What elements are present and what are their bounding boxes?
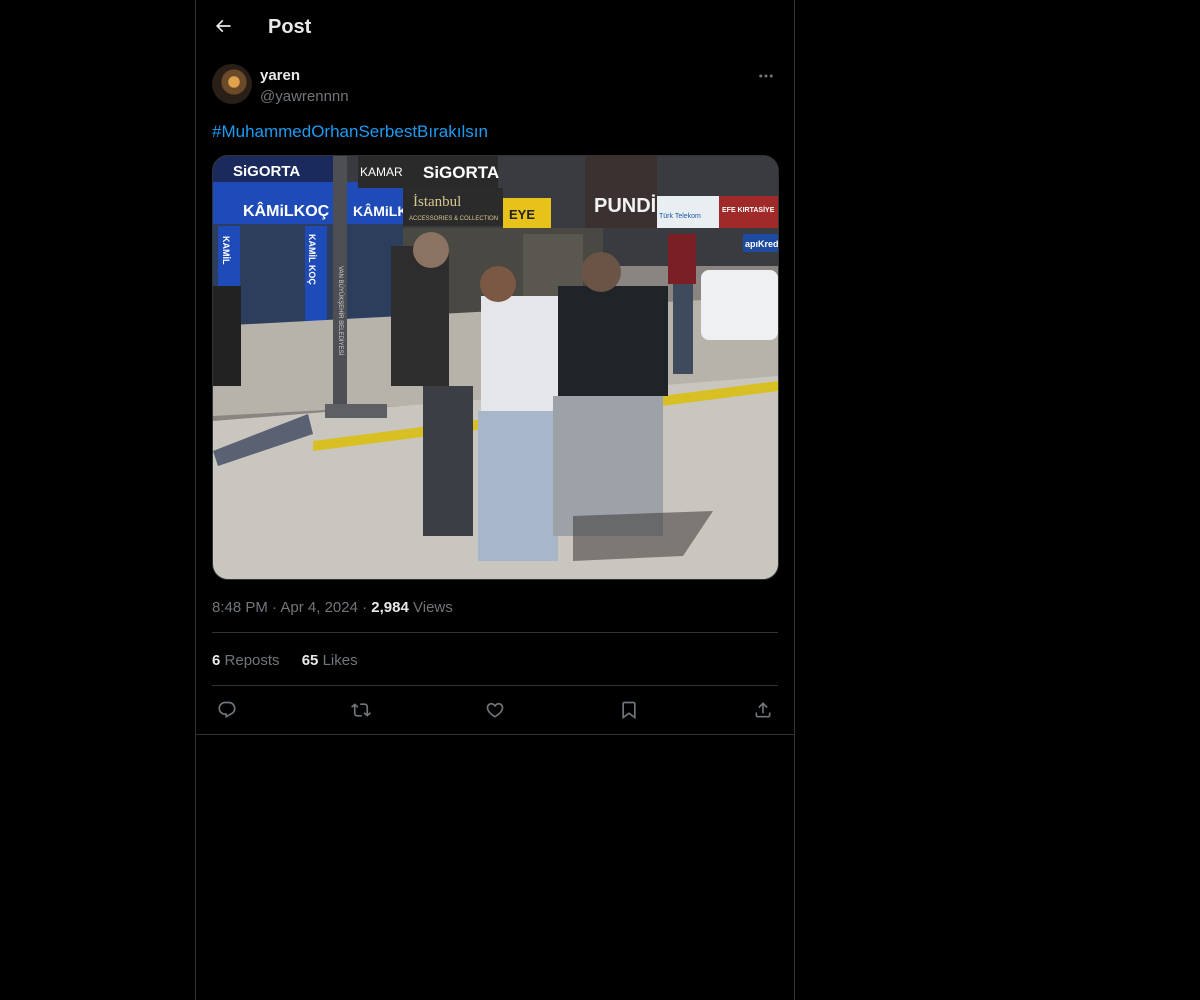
views-count: 2,984 — [371, 599, 409, 616]
tweet-stats: 6 Reposts 65 Likes — [212, 651, 376, 670]
sign-eye: EYE — [509, 207, 535, 222]
share-button[interactable] — [748, 696, 778, 724]
bookmark-icon — [622, 701, 636, 720]
pole-text: VAN BÜYÜKŞEHİR BELEDİYESİ — [337, 266, 344, 356]
sign-kamil-koc: KÂMiLKOÇ — [243, 201, 330, 220]
sign-turk-telekom: Türk Telekom — [659, 213, 701, 220]
arrow-left-icon — [215, 19, 231, 33]
top-bar: Post — [196, 0, 794, 53]
sign-sigorta-right: SiGORTA — [423, 163, 499, 182]
back-button[interactable] — [208, 11, 238, 41]
reposts-label: Reposts — [224, 652, 280, 669]
likes-stat[interactable]: 65 Likes — [302, 652, 358, 669]
author-row: yaren @yawrennnn — [212, 64, 778, 108]
share-icon — [755, 702, 771, 718]
bookmark-button[interactable] — [614, 696, 644, 724]
reposts-stat[interactable]: 6 Reposts — [212, 652, 284, 669]
more-horizontal-icon — [759, 74, 773, 78]
sign-istanbul: İstanbul — [413, 194, 461, 210]
sign-sigorta-left: SiGORTA — [233, 163, 300, 180]
reposts-count: 6 — [212, 652, 221, 669]
author-handle[interactable]: @yawrennnn — [260, 87, 349, 106]
views-label: Views — [413, 599, 453, 616]
more-button[interactable] — [754, 64, 778, 88]
meta-separator: · — [272, 599, 278, 616]
like-button[interactable] — [480, 696, 510, 724]
divider — [212, 632, 778, 633]
sign-accessories: ACCESSORIES & COLLECTION — [409, 216, 498, 222]
reply-icon — [218, 701, 236, 719]
tweet-date[interactable]: Apr 4, 2024 — [280, 599, 358, 616]
primary-column: Post yaren @yawrennnn #MuhammedOrhanSerb… — [195, 0, 795, 1000]
avatar[interactable] — [212, 64, 252, 104]
divider — [196, 734, 794, 735]
heart-icon — [486, 702, 504, 718]
likes-count: 65 — [301, 652, 319, 669]
reply-button[interactable] — [212, 696, 242, 724]
sign-kamar: KAMAR — [360, 165, 403, 179]
meta-separator: · — [362, 599, 368, 616]
tweet-photo[interactable]: SiGORTA KÂMiLKOÇ KÂMiLKOÇ KAMİL KOÇ KAMİ… — [212, 155, 779, 580]
page-title: Post — [268, 16, 312, 38]
sign-efe: EFE KIRTASİYE — [722, 206, 775, 214]
tweet-text: #MuhammedOrhanSerbestBırakılsın — [212, 121, 488, 143]
tweet-meta: 8:48 PM · Apr 4, 2024 · 2,984 Views — [212, 598, 453, 617]
tweet-time[interactable]: 8:48 PM — [212, 599, 268, 616]
author-display-name[interactable]: yaren — [260, 66, 300, 85]
sign-kredi: apıKredi — [745, 239, 778, 249]
sign-kamil-koc-vertical: KAMİL KOÇ — [307, 234, 317, 285]
repost-button[interactable] — [346, 696, 376, 724]
sign-pundi: PUNDİ — [594, 194, 656, 217]
divider — [212, 685, 778, 686]
street-photo: SiGORTA KÂMiLKOÇ KÂMiLKOÇ KAMİL KOÇ KAMİ… — [213, 156, 778, 579]
likes-label: Likes — [322, 652, 358, 669]
repost-icon — [351, 703, 371, 717]
action-bar — [212, 696, 778, 724]
sign-kamil-koc-vertical-2: KAMİL — [221, 236, 231, 265]
hashtag-link[interactable]: #MuhammedOrhanSerbestBırakılsın — [212, 122, 488, 141]
